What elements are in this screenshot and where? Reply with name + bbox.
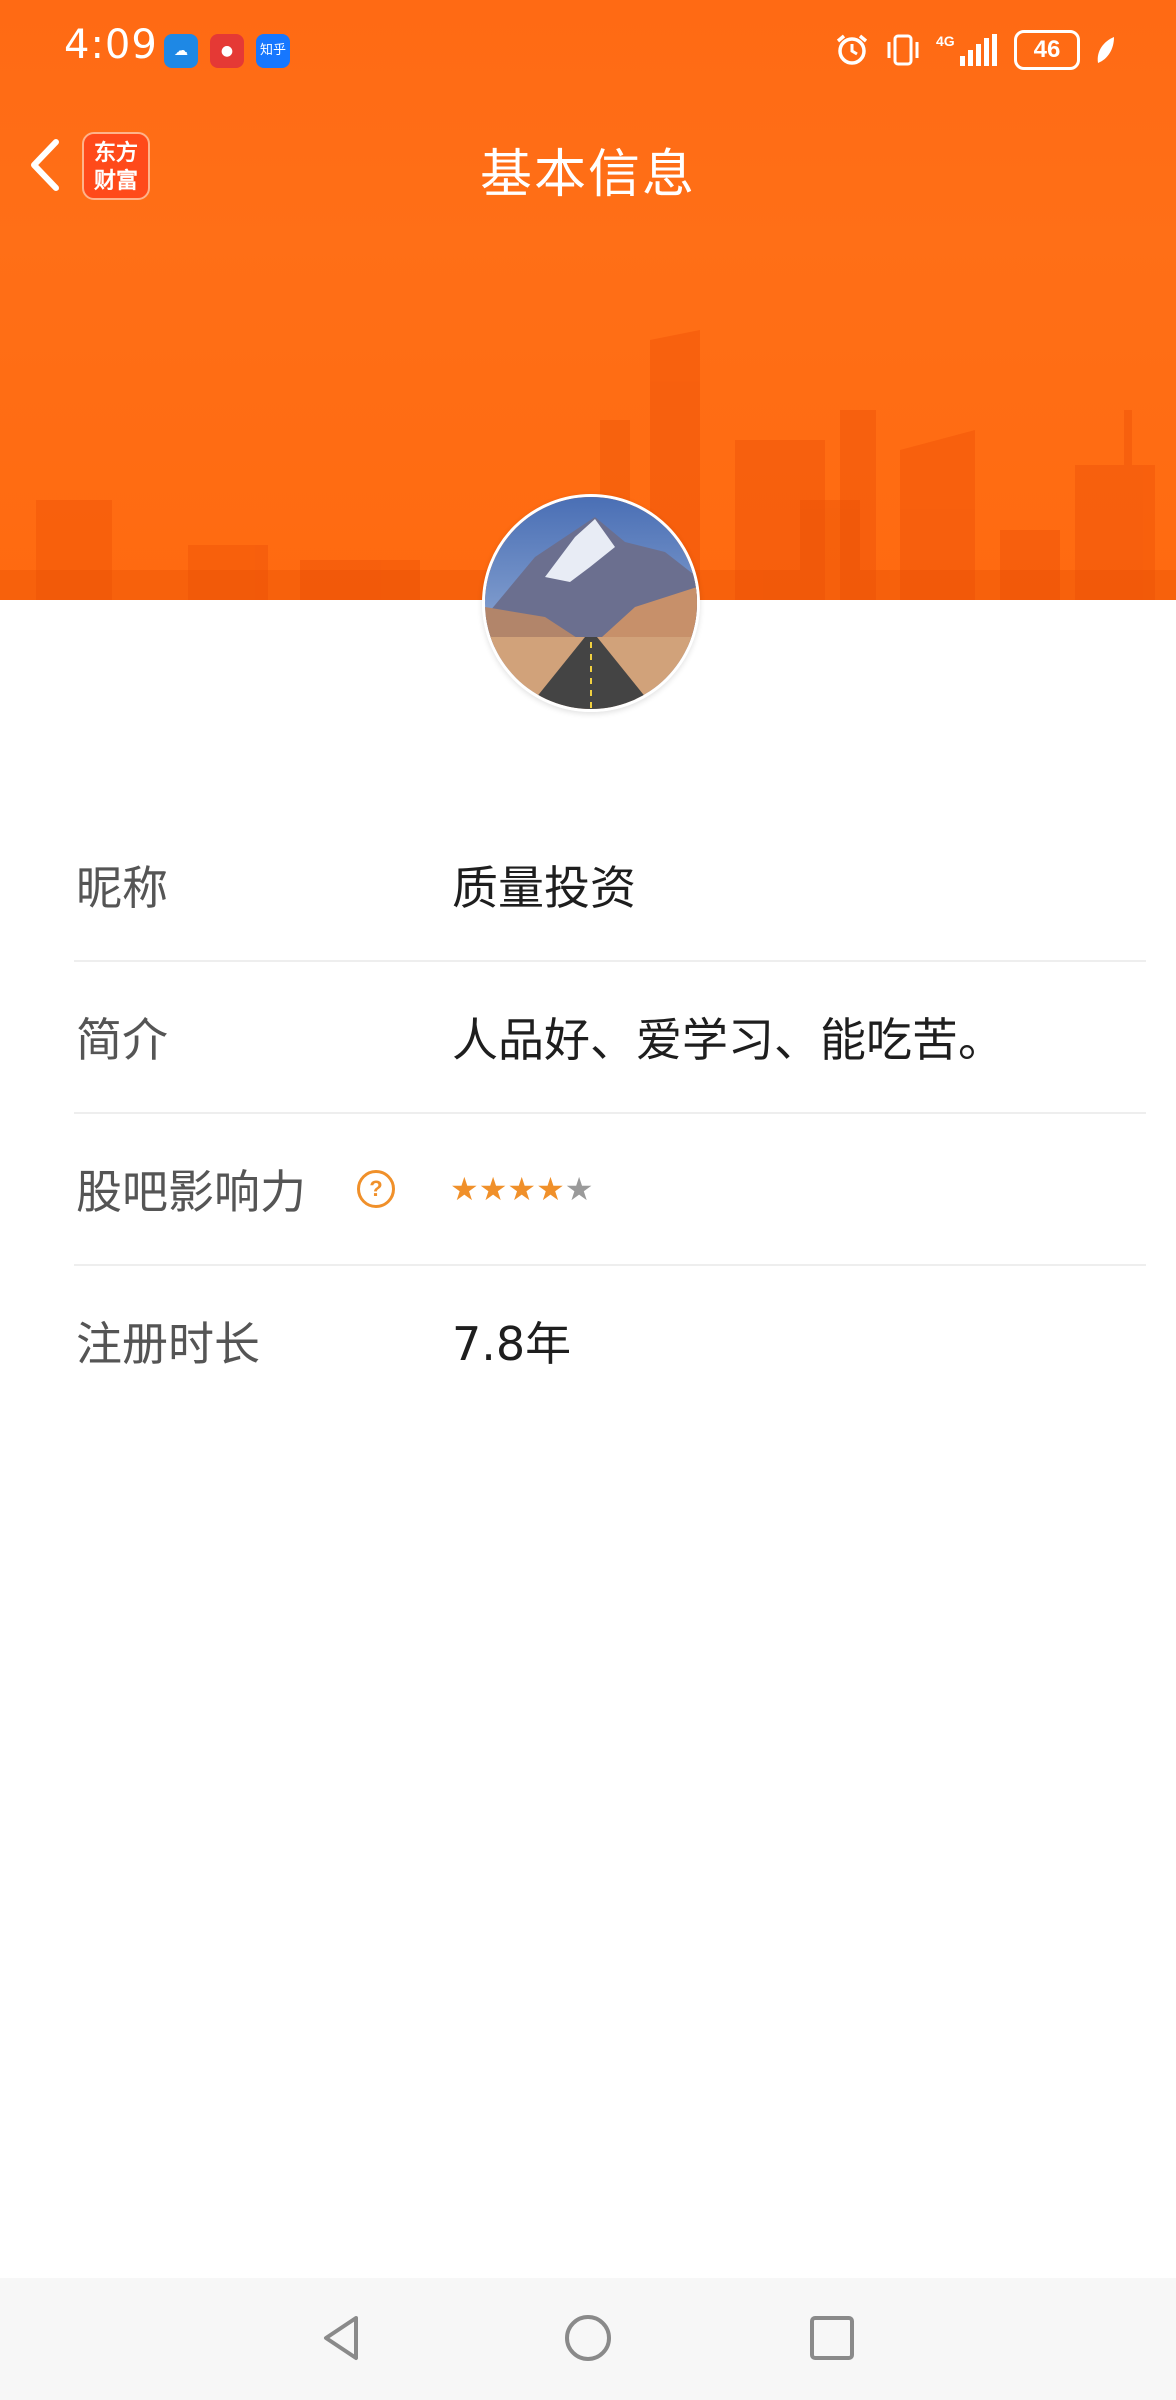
nickname-label: 昵称 <box>76 861 168 915</box>
nickname-row: 昵称 质量投资 <box>74 810 1146 962</box>
status-bar: 4:09 ☁ ● 知乎 4G 46 <box>0 0 1176 100</box>
leaf-icon <box>1097 37 1114 63</box>
profile-info-list: 昵称 质量投资 简介 人品好、爱学习、能吃苦。 股吧影响力 ? ★ ★ ★ ★ ★ 注册… <box>74 810 1146 1416</box>
nickname-value: 质量投资 <box>452 861 636 915</box>
square-recents-icon[interactable] <box>802 2308 862 2368</box>
zhihu-app-icon: 知乎 <box>256 34 290 68</box>
circle-home-icon[interactable] <box>558 2308 618 2368</box>
news-app-icon: ● <box>210 34 244 68</box>
nav-bar: 东方 财富 基本信息 <box>0 100 1176 230</box>
mountain-road-image <box>485 497 697 709</box>
svg-text:4G: 4G <box>936 33 955 49</box>
bio-row: 简介 人品好、爱学习、能吃苦。 <box>74 962 1146 1114</box>
page-title: 基本信息 <box>479 145 696 205</box>
status-indicators: 4G 46 <box>834 28 1116 72</box>
weather-app-icon: ☁ <box>164 34 198 68</box>
influence-row: 股吧影响力 ? ★ ★ ★ ★ ★ <box>74 1114 1146 1266</box>
avatar[interactable] <box>482 494 700 712</box>
battery-indicator: 46 <box>1014 30 1080 70</box>
star-filled-icon: ★ <box>536 1170 565 1208</box>
help-icon[interactable]: ? <box>357 1170 395 1208</box>
vibrate-icon <box>887 34 919 66</box>
star-filled-icon: ★ <box>478 1170 508 1208</box>
influence-rating: ★ ★ ★ ★ ★ <box>450 1173 593 1205</box>
registration-label: 注册时长 <box>76 1317 260 1371</box>
influence-label: 股吧影响力 <box>76 1165 306 1219</box>
cellular-signal-icon: 4G <box>936 33 997 66</box>
registration-value: 7.8年 <box>452 1317 572 1371</box>
star-filled-icon: ★ <box>507 1170 537 1208</box>
alarm-icon <box>836 34 868 65</box>
star-empty-icon: ★ <box>564 1170 594 1208</box>
star-filled-icon: ★ <box>450 1170 479 1208</box>
bio-label: 简介 <box>76 1013 168 1067</box>
system-navigation-bar <box>0 2278 1176 2400</box>
status-time: 4:09 <box>64 22 158 68</box>
bio-value: 人品好、爱学习、能吃苦。 <box>452 1013 1004 1067</box>
triangle-back-icon[interactable] <box>312 2308 372 2368</box>
registration-row: 注册时长 7.8年 <box>74 1266 1146 1416</box>
